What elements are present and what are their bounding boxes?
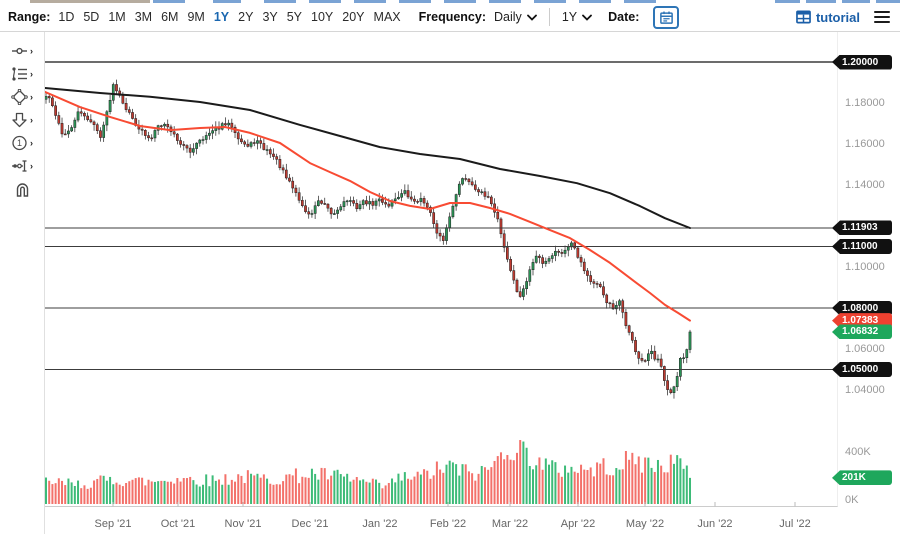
range-option-1m[interactable]: 1M [108, 10, 125, 24]
sidebar-item-arrow[interactable]: › [11, 112, 33, 128]
chart-toolbar: Range: 1D 5D 1M 3M 6M 9M 1Y 2Y 3Y 5Y 10Y 20Y MAX Fre… [0, 3, 900, 32]
drawing-tools-sidebar: › › › › 1 › › [0, 32, 45, 534]
sidebar-item-shapes[interactable]: › [11, 89, 33, 105]
price-badge-last_price: 1.06832 [832, 324, 892, 339]
magnet-mode-icon [14, 181, 31, 197]
price-axis-label: 400K [845, 446, 871, 458]
frequency-label: Frequency: [419, 10, 486, 24]
x-axis-label: Jul '22 [771, 518, 819, 530]
shapes-diamond-icon [11, 89, 28, 105]
measure-tool-icon [11, 158, 28, 174]
x-axis-label: Jun '22 [691, 518, 739, 530]
x-axis-label: Sep '21 [89, 518, 137, 530]
submenu-chevron-icon: › [30, 116, 33, 125]
range-option-5d[interactable]: 5D [83, 10, 99, 24]
chevron-down-icon [527, 14, 537, 21]
brand-name: tutorial [816, 10, 860, 25]
arrow-annotation-icon [11, 112, 28, 128]
date-picker-button[interactable] [653, 6, 679, 29]
sidebar-item-fibonacci[interactable]: › [11, 66, 33, 82]
price-axis-label: 1.14000 [845, 179, 885, 191]
price-axis-label: 1.18000 [845, 97, 885, 109]
range-option-max[interactable]: MAX [374, 10, 401, 24]
range-option-2y[interactable]: 2Y [238, 10, 253, 24]
chevron-down-icon [582, 14, 592, 21]
price-axis-label: 0K [845, 494, 858, 506]
range-option-3y[interactable]: 3Y [262, 10, 277, 24]
x-axis-label: Jan '22 [356, 518, 404, 530]
calendar-icon [659, 10, 674, 25]
range-option-3m[interactable]: 3M [135, 10, 152, 24]
svg-text:1: 1 [17, 138, 22, 148]
sidebar-item-measure[interactable]: › [11, 158, 33, 174]
price-axis-label: 1.16000 [845, 138, 885, 150]
sidebar-item-trendline[interactable]: › [11, 43, 33, 59]
frequency-value: Daily [494, 10, 522, 24]
range-option-6m[interactable]: 6M [161, 10, 178, 24]
period-dropdown[interactable]: 1Y [562, 10, 592, 24]
range-option-9m[interactable]: 9M [187, 10, 204, 24]
sidebar-item-magnet[interactable] [14, 181, 31, 197]
x-axis-label: May '22 [621, 518, 669, 530]
brand-tutorial[interactable]: tutorial [796, 10, 860, 25]
submenu-chevron-icon: › [30, 47, 33, 56]
toolbar-divider [549, 8, 550, 26]
range-option-20y[interactable]: 20Y [342, 10, 364, 24]
submenu-chevron-icon: › [30, 162, 33, 171]
submenu-chevron-icon: › [30, 139, 33, 148]
x-axis-label: Oct '21 [154, 518, 202, 530]
price-axis[interactable]: 1.18000 1.16000 1.14000 1.10000 1.06000 1.040… [838, 32, 900, 534]
x-axis: Sep '21 Oct '21 Nov '21 Dec '21 Jan '22 Feb '… [45, 510, 838, 534]
volume-badge: 201K [832, 470, 892, 485]
sidebar-item-number[interactable]: 1 › [11, 135, 33, 151]
x-axis-label: Nov '21 [219, 518, 267, 530]
price-badge-level: 1.11000 [832, 239, 892, 254]
range-label: Range: [8, 10, 50, 24]
menu-hamburger-icon[interactable] [874, 11, 890, 24]
price-badge-ma_long: 1.11903 [832, 220, 892, 235]
range-option-1y[interactable]: 1Y [214, 10, 229, 24]
x-axis-label: Feb '22 [424, 518, 472, 530]
price-badge-level: 1.20000 [832, 55, 892, 70]
x-axis-label: Mar '22 [486, 518, 534, 530]
range-option-1d[interactable]: 1D [58, 10, 74, 24]
range-option-5y[interactable]: 5Y [287, 10, 302, 24]
submenu-chevron-icon: › [30, 93, 33, 102]
period-value: 1Y [562, 10, 577, 24]
range-option-10y[interactable]: 10Y [311, 10, 333, 24]
x-axis-label: Dec '21 [286, 518, 334, 530]
range-selector: 1D 5D 1M 3M 6M 9M 1Y 2Y 3Y 5Y 10Y 20Y MAX [58, 10, 400, 24]
fibonacci-lines-icon [11, 66, 28, 82]
price-axis-label: 1.06000 [845, 343, 885, 355]
trendline-icon [11, 43, 28, 59]
date-label: Date: [608, 10, 639, 24]
grid-table-icon [796, 10, 811, 24]
submenu-chevron-icon: › [30, 70, 33, 79]
number-annotation-icon: 1 [11, 135, 28, 151]
frequency-dropdown[interactable]: Daily [494, 10, 537, 24]
chart-area: Sep '21 Oct '21 Nov '21 Dec '21 Jan '22 Feb '… [45, 32, 838, 534]
price-axis-label: 1.04000 [845, 384, 885, 396]
x-axis-label: Apr '22 [554, 518, 602, 530]
price-axis-label: 1.10000 [845, 261, 885, 273]
price-badge-level: 1.05000 [832, 362, 892, 377]
price-chart-canvas[interactable] [45, 32, 838, 510]
